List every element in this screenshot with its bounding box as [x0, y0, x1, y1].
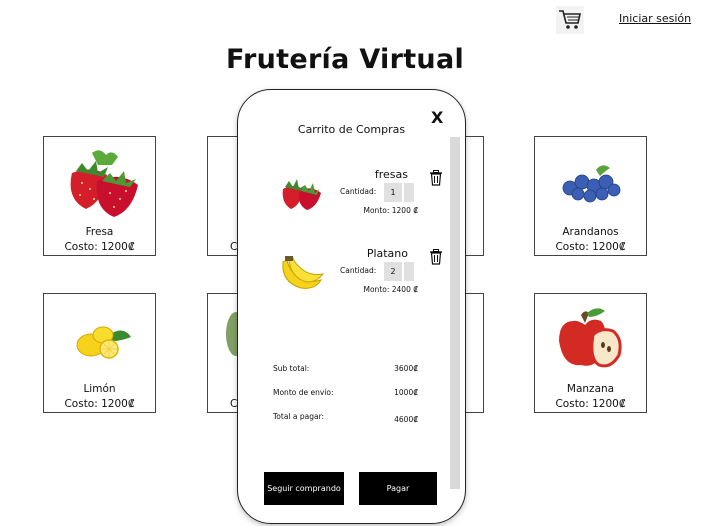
cart-item: fresas Cantidad: 1 Monto: 1200 ₡	[238, 168, 448, 238]
quantity-label: Cantidad:	[340, 187, 377, 196]
product-cost: Costo: 1200₡	[64, 398, 135, 410]
scrollbar[interactable]	[450, 137, 460, 489]
cart-item-name: Platano	[366, 247, 408, 260]
strawberry-icon	[274, 168, 330, 218]
apple-icon	[535, 298, 646, 382]
product-name: Manzana	[566, 383, 615, 395]
product-cost: Costo: 1200₡	[64, 241, 135, 253]
cart-item: Platano Cantidad: 2 Monto: 2400 ₡	[238, 247, 448, 317]
quantity-input[interactable]: 1	[384, 183, 402, 202]
login-link[interactable]: Iniciar sesión	[619, 12, 691, 25]
total-label: Total a pagar:	[273, 412, 325, 421]
product-card-limon[interactable]: Limón Costo: 1200₡	[43, 293, 156, 413]
page-title: Frutería Virtual	[225, 44, 465, 75]
cart-item-amount: Monto: 1200 ₡	[363, 206, 419, 215]
product-cost: Costo: 1200₡	[555, 398, 626, 410]
shopping-cart-icon[interactable]	[556, 6, 584, 34]
cart-modal: X Carrito de Compras fresas Cantidad: 1 …	[237, 89, 466, 524]
shipping-value: 1000₡	[394, 388, 418, 397]
banana-icon	[274, 247, 330, 297]
product-name: Limón	[83, 383, 116, 395]
quantity-stepper[interactable]	[404, 183, 414, 202]
quantity-input[interactable]: 2	[384, 262, 402, 281]
continue-shopping-button[interactable]: Seguir comprando	[264, 472, 344, 505]
product-card-fresa[interactable]: Fresa Costo: 1200₡	[43, 136, 156, 256]
cart-item-amount: Monto: 2400 ₡	[363, 285, 419, 294]
shipping-label: Monto de envío:	[273, 388, 334, 397]
quantity-label: Cantidad:	[340, 266, 377, 275]
pay-button[interactable]: Pagar	[359, 472, 437, 505]
strawberry-icon	[44, 141, 155, 225]
product-cost: Costo: 1200₡	[555, 241, 626, 253]
product-card-manzana[interactable]: Manzana Costo: 1200₡	[534, 293, 647, 413]
lemon-icon	[44, 298, 155, 382]
subtotal-label: Sub total:	[273, 364, 310, 373]
cart-item-name: fresas	[374, 168, 408, 181]
trash-icon[interactable]	[429, 249, 443, 265]
product-name: Arandanos	[562, 226, 619, 238]
subtotal-value: 3600₡	[394, 364, 418, 373]
product-name: Fresa	[85, 226, 114, 238]
blueberries-icon	[535, 141, 646, 225]
cart-title: Carrito de Compras	[297, 123, 406, 136]
total-value: 4600₡	[394, 415, 418, 424]
product-card-arandanos[interactable]: Arandanos Costo: 1200₡	[534, 136, 647, 256]
trash-icon[interactable]	[429, 170, 443, 186]
quantity-stepper[interactable]	[404, 262, 414, 281]
